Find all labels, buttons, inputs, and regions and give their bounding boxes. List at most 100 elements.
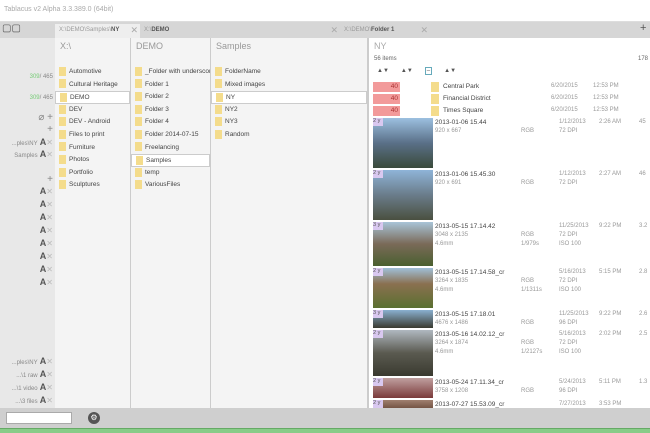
close-icon[interactable]: ✕ (46, 213, 53, 222)
folder-item[interactable]: Folder 1 (131, 79, 210, 92)
sidebar-item[interactable]: ...\1 raw A✕ (16, 369, 53, 379)
sidebar-item[interactable]: ...\3 files A✕ (15, 395, 53, 405)
image-row[interactable]: 2 y 2013-01-06 15.45.30 920 x 691 RGB 72 DPI… (371, 170, 650, 222)
age-badge: 2 y (373, 118, 383, 126)
image-row[interactable]: 2 y 2013-05-24 17.11.34_cr 3758 x 1208 RGB 9… (371, 378, 650, 400)
image-row[interactable]: 2 y 2013-05-16 14.02.12_cr 3264 x 1874 RGB 7… (371, 330, 650, 378)
folder-icon (135, 91, 142, 101)
folder-item[interactable]: DEMO (55, 91, 130, 104)
sidebar-item[interactable]: A✕ (40, 225, 53, 235)
font-icon[interactable]: A (38, 369, 47, 379)
sidebar-item[interactable]: A✕ (40, 277, 53, 287)
sidebar-item[interactable]: A✕ (40, 186, 53, 196)
font-icon[interactable]: A (38, 356, 47, 366)
close-icon[interactable]: ✕ (46, 278, 53, 287)
folder-item[interactable]: Random (211, 129, 367, 142)
folder-item[interactable]: Automotive (55, 66, 130, 79)
close-icon[interactable]: ✕ (46, 150, 53, 159)
folder-name: Central Park (443, 83, 480, 90)
close-icon[interactable]: ✕ (46, 265, 53, 274)
folder-item[interactable]: DEV (55, 104, 130, 117)
folder-item[interactable]: NY3 (211, 116, 367, 129)
tab-path: X:\DEMO\ (344, 27, 372, 33)
sidebar-item[interactable]: A✕ (40, 251, 53, 261)
folder-item[interactable]: VariousFiles (131, 179, 210, 192)
sidebar-item[interactable]: Samples A✕ (14, 149, 53, 159)
folder-icon (216, 92, 223, 102)
close-icon[interactable]: ✕ (46, 396, 53, 405)
folder-row[interactable]: 40 Times Square 6/20/2015 12:53 PM (371, 106, 650, 117)
settings-gear-icon[interactable]: ⚙ (88, 412, 100, 424)
folder-item[interactable]: Mixed images (211, 79, 367, 92)
image-date: 1/12/2013 (559, 119, 586, 125)
add-icon[interactable]: + (47, 174, 53, 185)
add-icon[interactable]: ⌀ + (38, 112, 53, 123)
folder-item[interactable]: NY2 (211, 104, 367, 117)
image-row[interactable]: 2 y 2013-05-15 17.14.58_cr 3264 x 1835 RGB 7… (371, 268, 650, 310)
font-icon[interactable]: A (38, 395, 47, 405)
close-icon[interactable]: ✕ (46, 370, 53, 379)
sidebar-item-label: ...ples\NY (11, 141, 38, 147)
folder-item[interactable]: Folder 3 (131, 104, 210, 117)
close-icon[interactable]: ✕ (46, 357, 53, 366)
folder-item[interactable]: Furniture (55, 142, 130, 155)
close-icon[interactable]: ✕ (46, 200, 53, 209)
folder-icon (135, 180, 142, 190)
search-input[interactable] (6, 412, 72, 424)
close-tab-icon[interactable]: ✕ (130, 25, 138, 36)
image-row[interactable]: 2 y 2013-01-06 15.44 920 x 667 RGB 72 DPI 1/1… (371, 118, 650, 170)
sidebar-item[interactable]: A✕ (40, 212, 53, 222)
sort-button[interactable]: ▲▼ (444, 68, 456, 74)
folder-item[interactable]: Photos (55, 154, 130, 167)
close-icon[interactable]: ✕ (46, 383, 53, 392)
folder-item[interactable]: NY (211, 91, 367, 104)
close-tab-icon[interactable]: ✕ (330, 25, 338, 36)
folder-row[interactable]: 40 Financial District 6/20/2015 12:53 PM (371, 94, 650, 105)
sidebar-item[interactable]: A✕ (40, 264, 53, 274)
close-icon[interactable]: ✕ (46, 226, 53, 235)
sidebar-item[interactable]: ...\1 video A✕ (12, 382, 53, 392)
sort-button[interactable]: ▲▼ (401, 68, 413, 74)
folder-item[interactable]: Files to print (55, 129, 130, 142)
folder-item[interactable]: Cultural Heritage (55, 79, 130, 92)
folder-item[interactable]: DEV - Android (55, 116, 130, 129)
add-icon[interactable]: + (47, 124, 53, 135)
close-tab-icon[interactable]: ✕ (420, 25, 428, 36)
folder-name: _Folder with underscore (145, 68, 210, 75)
folder-item[interactable]: Freelancing (131, 142, 210, 155)
sidebar-item[interactable]: A✕ (40, 199, 53, 209)
panes-icon[interactable]: ▢▢ (2, 23, 21, 34)
sort-selected-icon[interactable]: – (424, 67, 433, 75)
sidebar-item[interactable]: ...ples\NY A✕ (12, 137, 53, 147)
folder-row[interactable]: 40 Central Park 6/20/2015 12:53 PM (371, 82, 650, 93)
sort-button[interactable]: ▲▼ (377, 68, 389, 74)
sidebar-item[interactable]: A✕ (40, 238, 53, 248)
folder-item[interactable]: Folder 4 (131, 116, 210, 129)
image-row[interactable]: 3 y 2013-05-15 17.14.42 3048 x 2135 RGB 72 D… (371, 222, 650, 268)
folder-item[interactable]: Folder 2 (131, 91, 210, 104)
folder-item[interactable]: Portfolio (55, 167, 130, 180)
font-icon[interactable]: A (38, 382, 47, 392)
folder-item[interactable]: FolderName (211, 66, 367, 79)
folder-item[interactable]: _Folder with underscore (131, 66, 210, 79)
tab-0[interactable]: X:\DEMO\Samples\NY ✕ (55, 24, 140, 38)
folder-item[interactable]: Folder 2014-07-15 (131, 129, 210, 142)
image-mode: RGB (521, 340, 535, 346)
font-icon[interactable]: A (38, 149, 47, 159)
tab-2[interactable]: X:\DEMO\Folder 1 ✕ (340, 24, 430, 38)
folder-item[interactable]: Sculptures (55, 179, 130, 192)
folder-icon (59, 66, 66, 76)
sidebar-item[interactable]: ...ples\NY A✕ (12, 356, 53, 366)
close-icon[interactable]: ✕ (46, 239, 53, 248)
close-icon[interactable]: ✕ (46, 252, 53, 261)
folder-item[interactable]: temp (131, 167, 210, 180)
tab-1[interactable]: X:\DEMO ✕ (140, 24, 340, 38)
image-row[interactable]: 3 y 2013-05-15 17.18.01 4676 x 1486 RGB 96 D… (371, 310, 650, 330)
image-date: 5/24/2013 (559, 379, 586, 385)
font-icon[interactable]: A (38, 137, 47, 147)
folder-item[interactable]: Samples (131, 154, 210, 167)
close-icon[interactable]: ✕ (46, 138, 53, 147)
image-exposure: 1/2127s (521, 349, 543, 355)
new-tab-icon[interactable]: + (640, 22, 646, 34)
close-icon[interactable]: ✕ (46, 187, 53, 196)
